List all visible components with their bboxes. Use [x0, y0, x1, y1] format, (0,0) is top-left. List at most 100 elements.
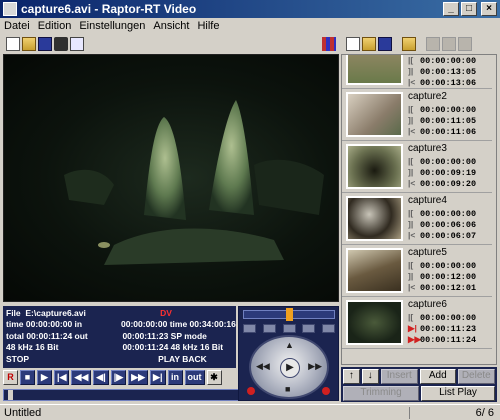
- jog-wheel[interactable]: ▲ ◀◀ ▶▶ ■ ▶: [249, 335, 329, 399]
- pause-button[interactable]: [282, 324, 296, 333]
- close-button[interactable]: ×: [481, 2, 497, 16]
- storyboard-icon[interactable]: [322, 37, 336, 51]
- properties-icon[interactable]: [70, 37, 84, 51]
- sp-mode: SP mode: [170, 330, 207, 341]
- minimize-button[interactable]: _: [443, 2, 459, 16]
- shuttle-slider[interactable]: [243, 308, 335, 321]
- clip-tc-in: 00:00:00:00: [420, 105, 477, 115]
- clip-tc-len: 00:00:09:20: [420, 179, 477, 189]
- mark-out-icon: ]|: [408, 66, 414, 76]
- list-play-button[interactable]: List Play: [421, 386, 495, 401]
- open-folder-icon[interactable]: [22, 37, 36, 51]
- clip-tc-out: 00:00:13:05: [420, 67, 477, 77]
- clip-name: capture4: [408, 195, 447, 206]
- time2-label: time: [169, 319, 188, 330]
- add-button[interactable]: Add: [420, 369, 456, 384]
- menu-hilfe[interactable]: Hilfe: [193, 20, 223, 32]
- frame-forward-button[interactable]: [302, 324, 316, 333]
- move-up-button[interactable]: ↑: [343, 369, 360, 384]
- fast-forward-button[interactable]: ▶▶: [128, 369, 149, 385]
- menu-editieren[interactable]: Edition: [34, 20, 76, 32]
- frame-back-button[interactable]: [262, 324, 276, 333]
- clip-name: capture6: [408, 299, 447, 310]
- delete-button[interactable]: Delete: [457, 369, 495, 384]
- go-end-button[interactable]: ▶|: [150, 369, 166, 385]
- playback-text: PLAY BACK: [158, 353, 207, 364]
- audio-left-tc: 00:00:11:24: [122, 342, 169, 353]
- clip-thumbnail: [346, 196, 403, 241]
- clip-count: 6/ 6: [475, 406, 494, 419]
- mark-out-icon: ]|: [408, 219, 414, 229]
- forward-arrow-icon[interactable]: ▶▶: [308, 361, 322, 372]
- maximize-button[interactable]: □: [461, 2, 477, 16]
- settings-icon[interactable]: ✱: [206, 369, 222, 385]
- cut-icon[interactable]: [426, 37, 440, 51]
- play-button[interactable]: ▶: [37, 369, 52, 385]
- save-icon[interactable]: [38, 37, 52, 51]
- clip-tc-in: 00:00:00:00: [420, 209, 477, 219]
- clip-item-1[interactable]: |[00:00:00:00 ]| 00:00:13:05 |< 00:00:13:0…: [342, 55, 496, 89]
- clip-item-6[interactable]: capture6 |[00:00:00:00 ▶| 00:00:11:23 ▶▶0…: [342, 297, 496, 349]
- mark-out-icon: ]|: [408, 115, 414, 125]
- copy-icon[interactable]: [442, 37, 456, 51]
- record-left-indicator: [247, 387, 255, 395]
- menu-einstellungen[interactable]: Einstellungen: [75, 20, 149, 32]
- mark-in-icon: |[: [408, 104, 414, 114]
- prev-clip-button[interactable]: [243, 324, 256, 333]
- open-list-icon[interactable]: [362, 37, 376, 51]
- stop-button[interactable]: ■: [20, 369, 35, 385]
- record-button[interactable]: R: [3, 369, 18, 385]
- clip-name: capture5: [408, 247, 447, 258]
- clip-controls: ↑ ↓ Insert Add Delete Trimming List Play: [341, 367, 497, 402]
- clip-tc-len: 00:00:12:01: [420, 283, 477, 293]
- length-icon: |<: [408, 282, 416, 292]
- seek-knob[interactable]: [8, 390, 13, 400]
- trimming-button[interactable]: Trimming: [343, 386, 419, 401]
- paste-icon[interactable]: [458, 37, 472, 51]
- clip-list[interactable]: |[00:00:00:00 ]| 00:00:13:05 |< 00:00:13:0…: [341, 54, 497, 365]
- clip-item-3[interactable]: capture3 |[00:00:00:00 ]| 00:00:09:19 |< 0…: [342, 141, 496, 193]
- length-icon: |<: [408, 178, 416, 188]
- up-arrow-icon[interactable]: ▲: [285, 340, 294, 350]
- step-forward-button[interactable]: |▶: [110, 369, 127, 385]
- menu-ansicht[interactable]: Ansicht: [149, 20, 193, 32]
- menu-datei[interactable]: Datei: [0, 20, 34, 32]
- shuttle-thumb[interactable]: [286, 308, 293, 321]
- out-label: out: [74, 330, 88, 341]
- rewind-arrow-icon[interactable]: ◀◀: [256, 361, 270, 372]
- down-arrow-icon[interactable]: ■: [285, 384, 290, 394]
- new-file-icon[interactable]: [6, 37, 20, 51]
- clip-item-4[interactable]: capture4 |[00:00:00:00 ]| 00:00:06:06 |< 0…: [342, 193, 496, 245]
- move-down-button[interactable]: ↓: [361, 369, 379, 384]
- clip-tc-in: 00:00:00:00: [420, 261, 477, 271]
- new-list-icon[interactable]: [346, 37, 360, 51]
- mark-in-icon: |[: [408, 260, 414, 270]
- clip-tc-out: 00:00:11:23: [420, 324, 477, 334]
- save-list-icon[interactable]: [378, 37, 392, 51]
- clip-name: capture2: [408, 91, 447, 102]
- clip-list-scrollbar[interactable]: [492, 55, 496, 364]
- clip-item-5[interactable]: capture5 |[00:00:00:00 ]| 00:00:12:00 |< 0…: [342, 245, 496, 297]
- clip-item-2[interactable]: capture2 |[00:00:00:00 ]| 00:00:11:05 |< 0…: [342, 89, 496, 141]
- main-toolbar: [6, 35, 84, 53]
- length-icon: |<: [408, 77, 416, 87]
- mode-tag: DV: [160, 307, 172, 318]
- go-start-button[interactable]: |◀: [54, 369, 70, 385]
- clip-thumbnail: [346, 248, 403, 293]
- mark-out-button[interactable]: out: [184, 369, 205, 385]
- insert-button[interactable]: Insert: [380, 369, 419, 384]
- next-clip-button[interactable]: [322, 324, 335, 333]
- transport-bar: R ■ ▶ |◀ ◀◀ ◀| |▶ ▶▶ ▶| in out ✱: [3, 369, 236, 385]
- status-bar: Untitled 6/ 6: [0, 404, 500, 420]
- time-label: time: [6, 319, 24, 330]
- play-center-icon[interactable]: ▶: [280, 358, 300, 378]
- clip-thumbnail: [346, 55, 403, 85]
- rewind-button[interactable]: ◀◀: [71, 369, 92, 385]
- mark-in-button[interactable]: in: [167, 369, 183, 385]
- clip-thumbnail: [346, 144, 403, 189]
- step-back-button[interactable]: ◀|: [93, 369, 109, 385]
- import-icon[interactable]: [402, 37, 416, 51]
- app-icon: [3, 2, 17, 16]
- clip-tc-out: 00:00:12:00: [420, 272, 477, 282]
- camera-icon[interactable]: [54, 37, 68, 51]
